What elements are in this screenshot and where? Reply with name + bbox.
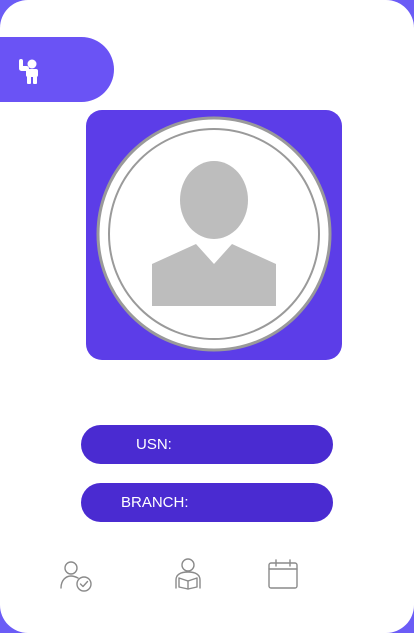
profile-photo-frame: [86, 110, 342, 360]
usn-field: USN:: [81, 425, 333, 464]
header-tab[interactable]: [0, 37, 114, 102]
branch-label: BRANCH:: [121, 494, 189, 511]
calendar-icon[interactable]: [265, 557, 301, 593]
branch-field: BRANCH:: [81, 483, 333, 522]
person-reading-icon[interactable]: [170, 556, 206, 592]
usn-label: USN:: [136, 436, 172, 453]
person-check-icon[interactable]: [59, 559, 95, 595]
default-avatar-icon[interactable]: [96, 116, 332, 352]
raised-hand-person-icon: [19, 59, 38, 84]
profile-card: USN: BRANCH:: [0, 0, 414, 633]
